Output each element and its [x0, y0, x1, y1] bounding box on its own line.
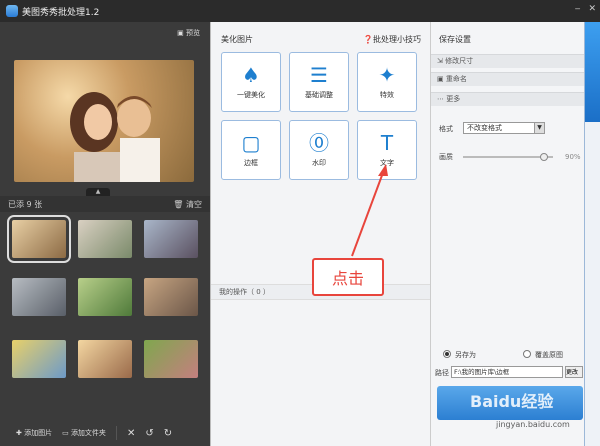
format-label: 格式 [439, 125, 453, 133]
magic-wand-icon: ✦ [378, 63, 396, 87]
tips-link[interactable]: ❓批处理小技巧 [363, 34, 421, 45]
rotate-left-icon[interactable]: ↺ [145, 428, 153, 439]
tool-watermark[interactable]: ⓪ 水印 [289, 120, 349, 180]
format-select[interactable]: 不改变格式 ▼ [463, 122, 545, 134]
more-icon: ⋯ [437, 95, 447, 103]
delete-icon[interactable]: ✕ [127, 428, 135, 439]
window-controls: ‒ ✕ [575, 4, 596, 14]
save-settings-title: 保存设置 [439, 35, 471, 44]
app-logo-icon [6, 5, 18, 17]
side-strip-header [585, 22, 600, 122]
preview-image [14, 60, 194, 182]
text-icon: T [380, 131, 394, 155]
thumbnail[interactable] [12, 340, 66, 378]
tulip-icon: ♠ [242, 63, 260, 87]
path-input[interactable]: F:\我的图片库\边框 [451, 366, 563, 378]
tool-basic-adjust[interactable]: ☰ 基础调整 [289, 52, 349, 112]
quality-slider-knob[interactable] [540, 153, 548, 161]
thumbnail[interactable] [144, 220, 198, 258]
title-bar: 美图秀秀批处理1.2 ‒ ✕ [0, 0, 600, 22]
left-toolbar: ✚ 添加图片 ▭ 添加文件夹 ✕ ↺ ↻ [0, 420, 210, 446]
thumbnail[interactable] [144, 278, 198, 316]
save-settings-panel: 保存设置 ⇲ 修改尺寸 ▣ 重命名 ⋯ 更多 格式 不改变格式 ▼ 画质 90%… [430, 22, 585, 446]
quality-label: 画质 [439, 153, 453, 161]
accordion-rename[interactable]: ▣ 重命名 [431, 72, 585, 86]
resize-icon: ⇲ [437, 57, 446, 65]
thumbnail[interactable] [12, 278, 66, 316]
plus-icon: ✚ [16, 429, 25, 437]
help-icon: ❓ [363, 35, 373, 44]
preview-icon: ▣ [177, 29, 186, 37]
left-panel: ▣ 预览 ▲ 已添 9 张 🗑 清空 ✚ 添加图片 ▭ 添加文件夹 ✕ ↺ ↻ [0, 22, 210, 446]
frame-icon: ▢ [241, 131, 261, 155]
overwrite-label: 覆盖原图 [535, 351, 563, 359]
add-folder-button[interactable]: ▭ 添加文件夹 [62, 428, 106, 438]
thumbnail[interactable] [144, 340, 198, 378]
added-count-label: 已添 9 张 [8, 199, 43, 209]
rename-icon: ▣ [437, 75, 446, 83]
chevron-down-icon: ▼ [534, 123, 544, 133]
window-title: 美图秀秀批处理1.2 [22, 7, 100, 18]
thumbnail[interactable] [78, 278, 132, 316]
save-as-radio[interactable] [443, 350, 451, 358]
section-title: 美化图片 [221, 35, 253, 44]
close-icon[interactable]: ✕ [588, 4, 596, 14]
annotation-label: 点击 [312, 258, 384, 296]
watermark-logo: Baidu经验 [470, 392, 554, 411]
save-as-label: 另存为 [455, 351, 476, 359]
add-image-button[interactable]: ✚ 添加图片 [16, 428, 52, 438]
collapse-toggle[interactable]: ▲ [86, 188, 110, 196]
clear-button[interactable]: 🗑 清空 [173, 199, 202, 210]
overwrite-radio[interactable] [523, 350, 531, 358]
tool-text[interactable]: T 文字 [357, 120, 417, 180]
added-count-bar: 已添 9 张 🗑 清空 [0, 196, 210, 212]
watermark-icon: ⓪ [309, 131, 329, 155]
tool-effects[interactable]: ✦ 特效 [357, 52, 417, 112]
beautify-header: 美化图片 ❓批处理小技巧 [221, 34, 421, 45]
thumbnail[interactable] [78, 220, 132, 258]
beautify-panel: 美化图片 ❓批处理小技巧 ♠ 一键美化 ☰ 基础调整 ✦ 特效 ▢ 边框 ⓪ 水… [210, 22, 431, 446]
tool-frame[interactable]: ▢ 边框 [221, 120, 281, 180]
path-label: 路径 [435, 369, 449, 377]
thumbnail[interactable] [7, 215, 71, 263]
accordion-resize[interactable]: ⇲ 修改尺寸 [431, 54, 585, 68]
sliders-icon: ☰ [310, 63, 328, 87]
folder-icon: ▭ [62, 429, 71, 437]
trash-icon: 🗑 [173, 199, 186, 209]
minimize-icon[interactable]: ‒ [575, 4, 581, 14]
side-strip [584, 22, 600, 446]
quality-value: 90% [565, 153, 581, 161]
watermark-url: jingyan.baidu.com [496, 420, 570, 429]
preview-button[interactable]: ▣ 预览 [177, 28, 200, 38]
tool-one-click[interactable]: ♠ 一键美化 [221, 52, 281, 112]
change-path-button[interactable]: 更改 [565, 366, 583, 378]
toolbar-divider [115, 426, 117, 440]
thumbnail[interactable] [78, 340, 132, 378]
accordion-more[interactable]: ⋯ 更多 [431, 92, 585, 106]
rotate-right-icon[interactable]: ↻ [164, 428, 172, 439]
